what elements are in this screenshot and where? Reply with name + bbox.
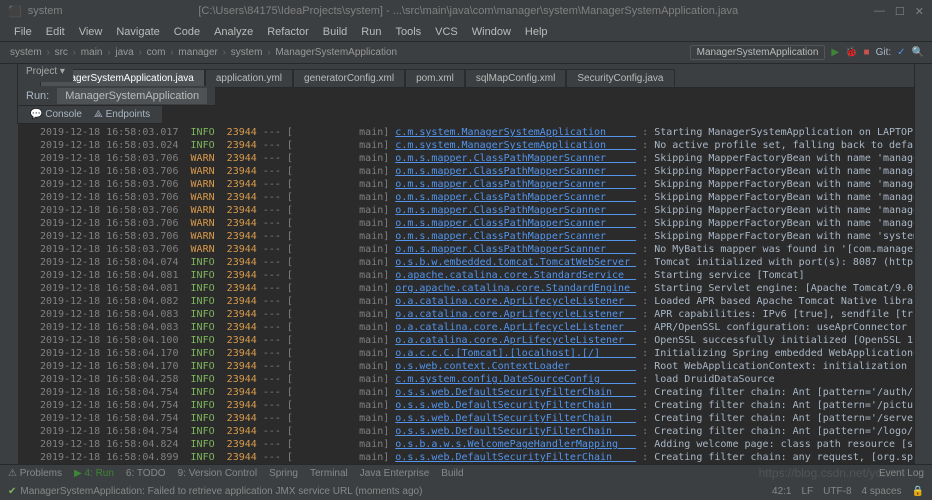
log-line: 2019-12-18 16:58:04.754 INFO 23944 --- […	[40, 425, 914, 438]
editor-tab[interactable]: pom.xml	[405, 69, 465, 87]
menu-code[interactable]: Code	[168, 24, 206, 40]
menubar: FileEditViewNavigateCodeAnalyzeRefactorB…	[0, 22, 932, 42]
debug-icon[interactable]: 🐞	[845, 47, 857, 58]
log-line: 2019-12-18 16:58:04.170 INFO 23944 --- […	[40, 360, 914, 373]
menu-build[interactable]: Build	[317, 24, 353, 40]
bottom-tab[interactable]: Java Enterprise	[360, 468, 429, 479]
run-subtabs: 💬 Console ⟁ Endpoints	[18, 106, 162, 124]
caret-pos[interactable]: 42:1	[772, 486, 791, 497]
log-line: 2019-12-18 16:58:04.754 INFO 23944 --- […	[40, 399, 914, 412]
git-update-icon[interactable]: ✓	[897, 47, 905, 58]
log-line: 2019-12-18 16:58:04.074 INFO 23944 --- […	[40, 256, 914, 269]
endpoints-tab[interactable]: ⟁ Endpoints	[94, 109, 150, 120]
menu-refactor[interactable]: Refactor	[261, 24, 315, 40]
console-tab[interactable]: 💬 Console	[30, 109, 82, 120]
menu-run[interactable]: Run	[355, 24, 387, 40]
menu-help[interactable]: Help	[519, 24, 554, 40]
log-line: 2019-12-18 16:58:04.081 INFO 23944 --- […	[40, 282, 914, 295]
breadcrumb-item[interactable]: main	[79, 47, 105, 58]
log-line: 2019-12-18 16:58:04.081 INFO 23944 --- […	[40, 269, 914, 282]
log-line: 2019-12-18 16:58:04.083 INFO 23944 --- […	[40, 308, 914, 321]
breadcrumb-item[interactable]: system	[8, 47, 44, 58]
indent[interactable]: 4 spaces	[862, 486, 902, 497]
status-bar: ✔ ManagerSystemApplication: Failed to re…	[0, 482, 932, 500]
editor-tab[interactable]: generatorConfig.xml	[293, 69, 405, 87]
run-tab[interactable]: ManagerSystemApplication	[57, 88, 207, 104]
bottom-tab[interactable]: Spring	[269, 468, 298, 479]
log-line: 2019-12-18 16:58:04.258 INFO 23944 --- […	[40, 373, 914, 386]
log-line: 2019-12-18 16:58:04.170 INFO 23944 --- […	[40, 347, 914, 360]
editor-tab[interactable]: SecurityConfig.java	[566, 69, 674, 87]
log-line: 2019-12-18 16:58:04.082 INFO 23944 --- […	[40, 295, 914, 308]
breadcrumb-item[interactable]: java	[113, 47, 135, 58]
console-output[interactable]: 2019-12-18 16:58:03.017 INFO 23944 --- […	[18, 124, 914, 464]
menu-edit[interactable]: Edit	[40, 24, 71, 40]
menu-analyze[interactable]: Analyze	[208, 24, 259, 40]
project-pane-header[interactable]: Project ▾	[18, 64, 73, 82]
log-line: 2019-12-18 16:58:03.706 WARN 23944 --- […	[40, 230, 914, 243]
menu-tools[interactable]: Tools	[389, 24, 427, 40]
log-line: 2019-12-18 16:58:03.706 WARN 23944 --- […	[40, 165, 914, 178]
log-line: 2019-12-18 16:58:03.024 INFO 23944 --- […	[40, 139, 914, 152]
minimize-icon[interactable]: —	[874, 5, 885, 18]
run-toolwindow-header: Run: ManagerSystemApplication	[18, 86, 215, 106]
log-line: 2019-12-18 16:58:03.706 WARN 23944 --- […	[40, 191, 914, 204]
status-ok-icon: ✔	[8, 486, 16, 497]
breadcrumb-item[interactable]: com	[145, 47, 168, 58]
search-icon[interactable]: 🔍	[912, 47, 924, 58]
editor-tabs: ManagerSystemApplication.javaapplication…	[0, 64, 932, 88]
log-line: 2019-12-18 16:58:04.083 INFO 23944 --- […	[40, 321, 914, 334]
status-message: ManagerSystemApplication: Failed to retr…	[20, 486, 422, 497]
stop-icon[interactable]: ■	[864, 47, 870, 58]
log-line: 2019-12-18 16:58:03.706 WARN 23944 --- […	[40, 243, 914, 256]
bottom-tab[interactable]: Terminal	[310, 468, 348, 479]
bottom-tab[interactable]: ⚠ Problems	[8, 468, 62, 479]
log-line: 2019-12-18 16:58:04.899 INFO 23944 --- […	[40, 451, 914, 464]
breadcrumb-item[interactable]: system	[229, 47, 265, 58]
breadcrumb-item[interactable]: manager	[176, 47, 219, 58]
event-log[interactable]: Event Log	[879, 468, 924, 479]
editor-tab[interactable]: application.yml	[205, 69, 293, 87]
menu-vcs[interactable]: VCS	[429, 24, 464, 40]
menu-view[interactable]: View	[73, 24, 109, 40]
log-line: 2019-12-18 16:58:04.754 INFO 23944 --- […	[40, 412, 914, 425]
git-label: Git:	[876, 47, 892, 58]
log-line: 2019-12-18 16:58:03.706 WARN 23944 --- […	[40, 178, 914, 191]
titlebar: ⬛ system [C:\Users\84175\IdeaProjects\sy…	[0, 0, 932, 22]
app-icon: ⬛	[8, 5, 22, 18]
menu-navigate[interactable]: Navigate	[110, 24, 165, 40]
bottom-tab[interactable]: 9: Version Control	[178, 468, 258, 479]
close-icon[interactable]: ✕	[915, 5, 924, 18]
log-line: 2019-12-18 16:58:03.706 WARN 23944 --- […	[40, 217, 914, 230]
project-name: system	[28, 5, 63, 17]
bottom-tab[interactable]: 6: TODO	[126, 468, 166, 479]
encoding[interactable]: UTF-8	[823, 486, 851, 497]
breadcrumb-item[interactable]: ManagerSystemApplication	[273, 47, 399, 58]
editor-tab[interactable]: sqlMapConfig.xml	[465, 69, 566, 87]
bottom-tab[interactable]: ▶ 4: Run	[74, 468, 114, 479]
log-line: 2019-12-18 16:58:03.706 WARN 23944 --- […	[40, 204, 914, 217]
navbar: system › src › main › java › com › manag…	[0, 42, 932, 64]
menu-file[interactable]: File	[8, 24, 38, 40]
log-line: 2019-12-18 16:58:03.706 WARN 23944 --- […	[40, 152, 914, 165]
right-gutter	[914, 64, 932, 482]
breadcrumb-item[interactable]: src	[53, 47, 70, 58]
log-line: 2019-12-18 16:58:04.100 INFO 23944 --- […	[40, 334, 914, 347]
file-path: [C:\Users\84175\IdeaProjects\system] - .…	[63, 5, 874, 17]
run-label: Run:	[26, 90, 49, 102]
run-icon[interactable]: ▶	[831, 47, 839, 58]
line-sep[interactable]: LF	[802, 486, 814, 497]
log-line: 2019-12-18 16:58:04.824 INFO 23944 --- […	[40, 438, 914, 451]
bottom-tab[interactable]: Build	[441, 468, 463, 479]
bottom-toolbar: ⚠ Problems ▶ 4: Run 6: TODO 9: Version Cont…	[0, 464, 932, 482]
menu-window[interactable]: Window	[466, 24, 517, 40]
log-line: 2019-12-18 16:58:03.017 INFO 23944 --- […	[40, 126, 914, 139]
lock-icon[interactable]: 🔒	[912, 486, 924, 497]
run-config-selector[interactable]: ManagerSystemApplication	[690, 45, 826, 60]
log-line: 2019-12-18 16:58:04.754 INFO 23944 --- […	[40, 386, 914, 399]
maximize-icon[interactable]: ☐	[895, 5, 905, 18]
